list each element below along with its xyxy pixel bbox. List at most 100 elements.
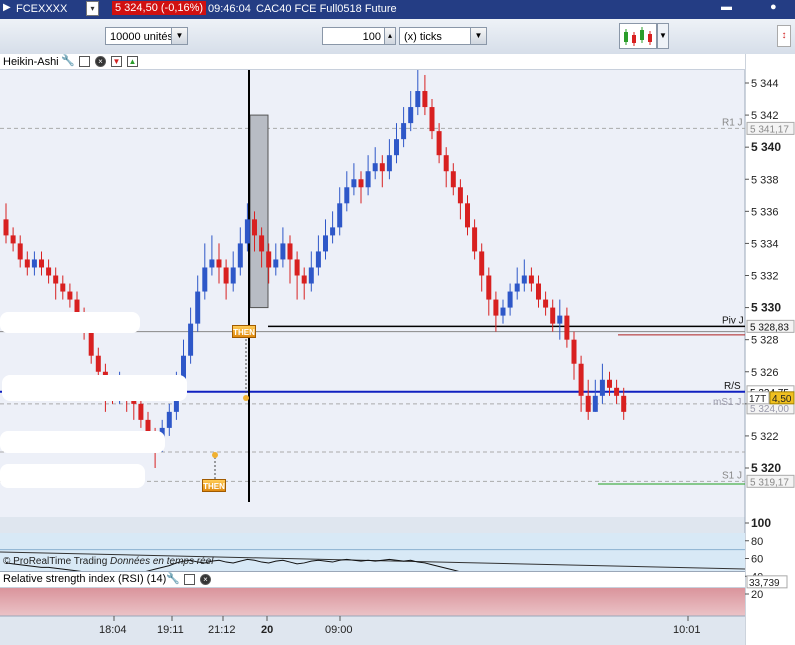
- rs-label: R/S: [724, 381, 741, 392]
- candle-body: [315, 251, 321, 268]
- candle-body: [536, 283, 541, 300]
- wrench-icon[interactable]: 🔧: [166, 572, 180, 585]
- order-label-3[interactable]: [0, 431, 165, 453]
- candle-body: [472, 227, 478, 252]
- y-tick-label: 5 336: [751, 206, 779, 218]
- order-label-2[interactable]: [2, 375, 187, 401]
- ticks-unit-select[interactable]: (x) ticks ▼: [399, 27, 487, 45]
- candle-body: [543, 299, 549, 308]
- candle-body: [266, 251, 272, 268]
- x-tick-label: 10:01: [673, 624, 701, 636]
- candle-body: [429, 107, 435, 132]
- rsi-oversold-zone-fill: [0, 585, 745, 616]
- candle-body: [450, 171, 456, 188]
- r1-label: R1 J: [722, 117, 743, 128]
- candle-body: [585, 395, 591, 412]
- arrow-up-icon[interactable]: ▲: [127, 56, 138, 67]
- candle-body: [308, 267, 314, 284]
- candle-body: [479, 251, 485, 276]
- spinner-icon[interactable]: ▴: [384, 28, 395, 44]
- candle-body: [457, 187, 463, 204]
- candle-body: [88, 331, 94, 356]
- candle-body: [337, 203, 343, 228]
- realtime-text: Données en temps réel: [110, 556, 214, 567]
- candle-body: [31, 259, 37, 268]
- indicator-label: Heikin-Ashi: [3, 56, 59, 68]
- r1-value: 5 341,17: [750, 124, 789, 135]
- s1-value: 5 319,17: [750, 477, 789, 488]
- symbol-dropdown-icon[interactable]: ▾: [86, 1, 99, 16]
- then-marker[interactable]: THEN: [202, 479, 226, 492]
- y-tick-label: 5 322: [751, 431, 779, 443]
- chevron-down-icon[interactable]: ▼: [171, 28, 187, 44]
- arrow-down-icon[interactable]: ▼: [111, 56, 122, 67]
- rsi-y-tick-label: 60: [751, 554, 763, 566]
- candle-body: [493, 299, 499, 316]
- y-tick-label: 5 328: [751, 335, 779, 347]
- spread-a: 17T: [749, 394, 766, 405]
- close-icon[interactable]: ●: [770, 1, 777, 13]
- ticks-count-input[interactable]: 100 ▴: [322, 27, 396, 45]
- wrench-icon[interactable]: 🔧: [61, 54, 75, 67]
- ticks-unit-value: (x) ticks: [404, 31, 442, 43]
- chart-area: 5 344 5 342 5 340 5 338 5 336 5 334 5 332 5 330…: [0, 54, 795, 645]
- candle-body: [528, 275, 534, 284]
- candle-body: [166, 411, 172, 428]
- close-circle-icon[interactable]: ×: [95, 56, 106, 67]
- candle-body: [138, 403, 144, 420]
- window-controls-icon[interactable]: ▬: [721, 1, 732, 13]
- ticks-count-value: 100: [362, 31, 381, 43]
- range-box: [249, 114, 269, 309]
- symbol-label[interactable]: FCEXXXX: [16, 3, 67, 15]
- candle-body: [599, 379, 605, 396]
- candle-body: [259, 235, 265, 252]
- y-tick-label: 5 320: [751, 461, 781, 475]
- y-tick-label: 5 340: [751, 140, 781, 154]
- order-label-1[interactable]: [0, 312, 140, 333]
- candle-body: [10, 235, 16, 244]
- chart-type-button[interactable]: [619, 23, 657, 49]
- candle-body: [571, 339, 577, 364]
- candle-body: [394, 139, 399, 156]
- then-marker[interactable]: THEN: [232, 325, 256, 338]
- window-icon[interactable]: [79, 56, 90, 67]
- window-icon[interactable]: [184, 574, 195, 585]
- candle-body: [287, 243, 293, 260]
- candle-body: [237, 243, 243, 268]
- candle-body: [550, 307, 556, 324]
- candle-body: [358, 179, 364, 188]
- units-select[interactable]: 10000 unités ▼: [105, 27, 188, 45]
- candle-body: [195, 291, 201, 324]
- copyright-text: © ProRealTime Trading: [3, 556, 108, 567]
- rsi-y-tick-label: 100: [751, 516, 771, 530]
- x-tick-label: 21:12: [208, 624, 236, 636]
- chevron-down-icon[interactable]: ▼: [470, 28, 486, 44]
- ms1-value: 5 324,00: [750, 404, 789, 415]
- candlestick-chart-icon: [624, 27, 652, 46]
- candle-body: [344, 187, 350, 204]
- candle-body: [436, 131, 442, 156]
- candle-body: [60, 283, 66, 292]
- candle-body: [95, 355, 101, 372]
- copyright-note: © ProRealTime Trading Données en temps r…: [3, 556, 213, 567]
- candle-body: [67, 291, 73, 300]
- x-tick-label: 09:00: [325, 624, 353, 636]
- s1-label: S1 J: [722, 470, 742, 481]
- close-circle-icon[interactable]: ×: [200, 574, 211, 585]
- order-label-4[interactable]: [0, 464, 145, 488]
- candle-body: [280, 243, 286, 260]
- candle-body: [422, 91, 428, 108]
- refresh-icon[interactable]: ↕: [777, 25, 791, 47]
- chart-type-dropdown[interactable]: ▼: [657, 23, 669, 49]
- candle-body: [351, 179, 357, 188]
- candle-body: [209, 259, 215, 268]
- rsi-y-tick-label: 80: [751, 536, 763, 548]
- symbol-icon[interactable]: ▶: [3, 2, 11, 13]
- chart-toolbar: 10000 unités ▼ 100 ▴ (x) ticks ▼ ▼ ↕: [0, 19, 795, 55]
- candle-body: [294, 259, 300, 276]
- pivot-label: Piv J: [722, 315, 744, 326]
- price-panel-header: Heikin-Ashi 🔧 × ▼ ▲: [0, 54, 745, 70]
- candle-body: [578, 363, 584, 396]
- candle-body: [500, 307, 506, 316]
- candle-body: [53, 275, 59, 284]
